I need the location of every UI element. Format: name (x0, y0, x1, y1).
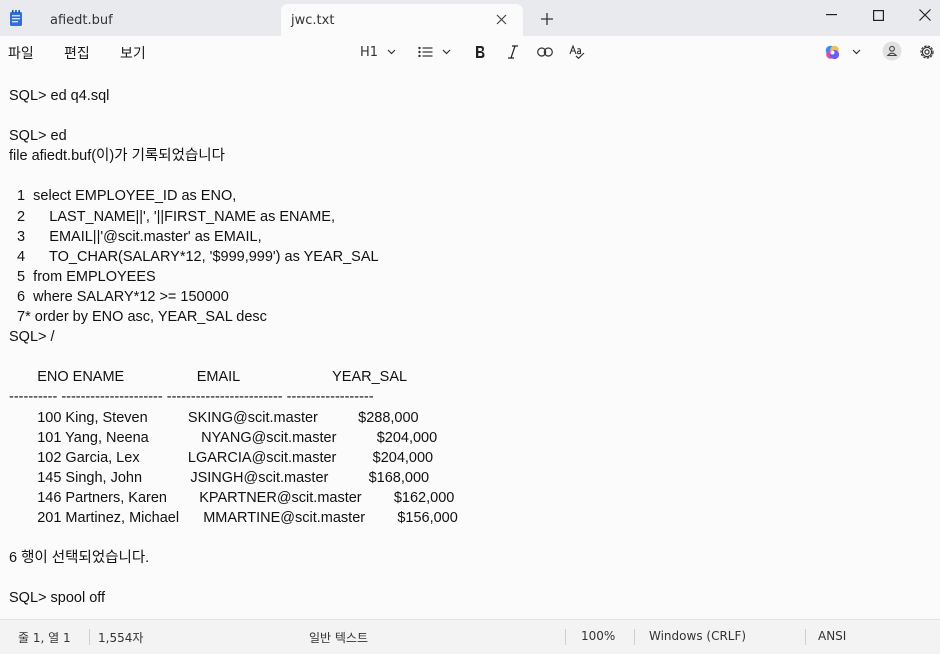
close-window-button[interactable] (902, 0, 940, 30)
text-line: 6 행이 선택되었습니다. (9, 550, 150, 567)
spellcheck-button[interactable] (569, 42, 585, 62)
text-line: 7* order by ENO asc, YEAR_SAL desc (9, 309, 267, 326)
copilot-icon (825, 45, 840, 59)
tab-jwc[interactable]: jwc.txt (281, 4, 523, 36)
text-line: SQL> ed (9, 128, 67, 145)
bold-button[interactable] (474, 42, 486, 62)
text-line (9, 568, 458, 588)
account-button[interactable] (882, 41, 902, 61)
notepad-app-icon (10, 10, 22, 26)
tab-afiedt[interactable]: afiedt.buf (34, 4, 280, 36)
text-line: file afiedt.buf(이)가 기록되었습니다 (9, 148, 225, 165)
spellcheck-icon (569, 45, 585, 59)
bullet-list-icon (418, 46, 433, 58)
minimize-button[interactable] (808, 0, 854, 30)
text-line: SQL> ed q4.sql (9, 88, 110, 104)
title-bar: afiedt.buf jwc.txt (0, 0, 940, 36)
text-line: 4 TO_CHAR(SALARY*12, '$999,999') as YEAR… (9, 248, 379, 265)
text-line: 3 EMAIL||'@scit.master' as EMAIL, (9, 228, 262, 245)
encoding[interactable]: ANSI (818, 629, 846, 643)
line-ending[interactable]: Windows (CRLF) (649, 629, 746, 643)
link-icon (537, 47, 553, 57)
status-divider (565, 629, 566, 645)
chevron-down-icon (442, 49, 451, 55)
char-count: 1,554자 (98, 631, 144, 645)
status-divider (89, 629, 90, 645)
text-line: SQL> / (9, 329, 55, 346)
maximize-icon (872, 9, 884, 21)
gear-icon (920, 45, 934, 59)
italic-button[interactable] (507, 42, 519, 62)
text-editor[interactable]: SQL> ed q4.sql SQL> ed file afiedt.buf(이)가… (0, 68, 940, 619)
text-line: 102 Garcia, Lex LGARCIA@scit.master $204… (9, 449, 434, 466)
tab-title: jwc.txt (291, 12, 335, 28)
text-line (9, 106, 458, 126)
text-line: ENO ENAME EMAIL YEAR_SAL (9, 369, 408, 386)
text-line: 5 from EMPLOYEES (9, 268, 156, 285)
tab-title: afiedt.buf (50, 12, 113, 28)
italic-icon (508, 45, 518, 59)
menu-bar: 파일 편집 보기 H1 (0, 36, 940, 68)
heading-dropdown[interactable]: H1 (360, 42, 396, 62)
list-dropdown[interactable] (418, 42, 451, 62)
text-line: 6 where SALARY*12 >= 150000 (9, 288, 229, 305)
menu-file[interactable]: 파일 (8, 43, 34, 63)
chevron-down-icon (387, 49, 396, 55)
close-tab-button[interactable] (493, 11, 509, 27)
plus-icon (541, 13, 553, 25)
close-icon (919, 9, 931, 21)
minimize-icon (825, 14, 837, 16)
account-icon (882, 41, 902, 61)
text-line: 201 Martinez, Michael MMARTINE@scit.mast… (9, 509, 458, 526)
link-button[interactable] (537, 42, 553, 62)
cursor-position: 줄 1, 열 1 (18, 631, 71, 645)
new-tab-button[interactable] (537, 9, 557, 29)
editor-content: SQL> ed q4.sql SQL> ed file afiedt.buf(이)가… (9, 86, 458, 608)
close-icon (496, 14, 506, 24)
status-divider (634, 629, 635, 645)
text-line: 1 select EMPLOYEE_ID as ENO, (9, 188, 237, 205)
text-line (9, 166, 458, 186)
settings-button[interactable] (918, 42, 936, 62)
text-line: 145 Singh, John JSINGH@scit.master $168,… (9, 469, 430, 486)
menu-view[interactable]: 보기 (120, 43, 146, 63)
status-bar: 줄 1, 열 1 1,554자 일반 텍스트 100% Windows (CRL… (0, 619, 940, 654)
bold-icon (476, 46, 485, 58)
heading-label: H1 (360, 44, 379, 60)
text-format: 일반 텍스트 (309, 631, 369, 645)
text-line: ---------- --------------------- -------… (9, 389, 374, 406)
text-line: SQL> spool off (9, 590, 106, 607)
text-line: 146 Partners, Karen KPARTNER@scit.master… (9, 489, 455, 506)
copilot-dropdown[interactable] (824, 42, 861, 62)
text-line: 101 Yang, Neena NYANG@scit.master $204,0… (9, 429, 438, 446)
zoom-level[interactable]: 100% (581, 629, 615, 643)
chevron-down-icon (852, 49, 861, 55)
menu-edit[interactable]: 편집 (64, 43, 90, 63)
text-line (9, 347, 458, 367)
text-line: 2 LAST_NAME||', '||FIRST_NAME as ENAME, (9, 208, 335, 225)
status-divider (805, 629, 806, 645)
maximize-button[interactable] (855, 0, 901, 30)
text-line: 100 King, Steven SKING@scit.master $288,… (9, 409, 419, 426)
text-line (9, 528, 458, 548)
